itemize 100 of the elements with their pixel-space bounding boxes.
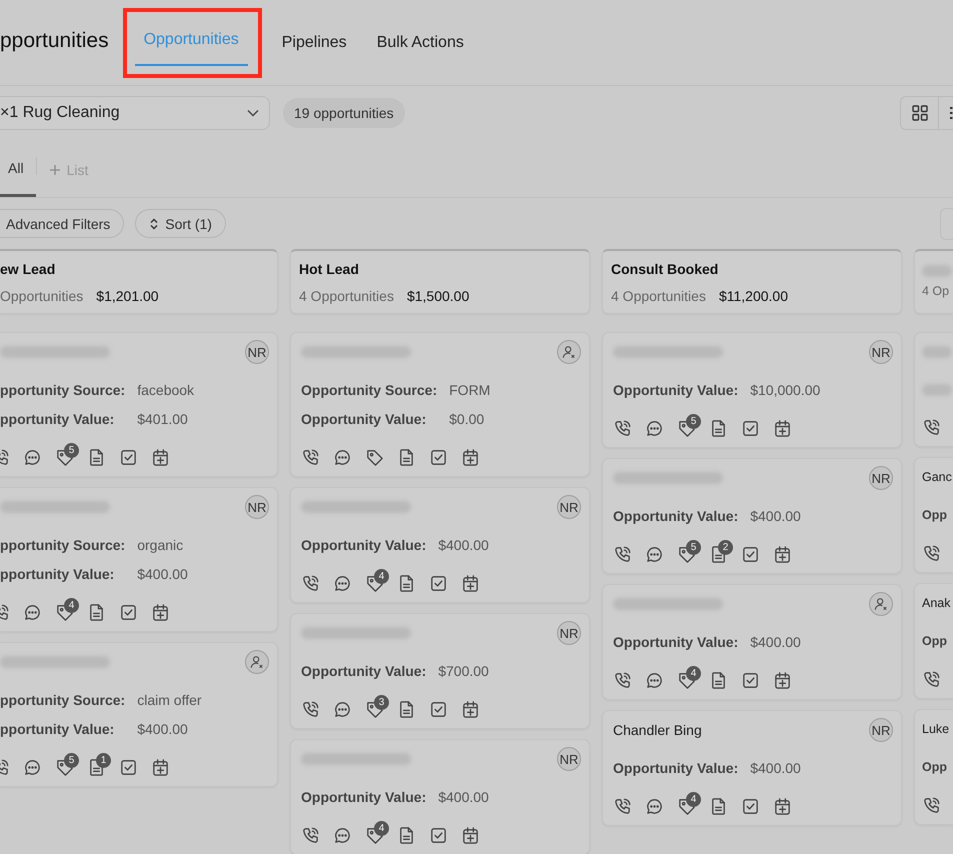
chat-icon[interactable] — [333, 826, 352, 844]
opportunity-card[interactable]: Chandler Bing NR Opportunity Value: $400.00 4 — [602, 710, 902, 826]
tag-icon[interactable] — [677, 796, 696, 816]
opportunity-card[interactable]: NR Opportunity Value: $400.00 4 — [290, 487, 590, 603]
opportunity-card[interactable]: NR Opportunity Value: $400.00 4 — [290, 739, 590, 854]
phone-icon[interactable] — [922, 544, 941, 562]
calendar-plus-icon[interactable] — [461, 826, 480, 844]
phone-icon[interactable] — [301, 826, 320, 844]
nav-tab[interactable]: Pipelines — [266, 16, 362, 68]
tag-icon[interactable] — [365, 700, 384, 718]
calendar-plus-icon[interactable] — [151, 758, 170, 776]
chat-icon[interactable] — [333, 700, 352, 718]
document-icon[interactable] — [709, 796, 728, 816]
unassigned-owner-button[interactable] — [245, 650, 269, 674]
owner-avatar[interactable]: NR — [869, 466, 893, 490]
chat-icon[interactable] — [645, 418, 664, 438]
phone-icon[interactable] — [613, 544, 632, 564]
opportunity-card[interactable]: NR pportunity Source: organic pportunity Value: $400.00 4 — [0, 487, 278, 632]
phone-icon[interactable] — [613, 670, 632, 690]
document-icon[interactable] — [397, 700, 416, 718]
unassigned-owner-button[interactable] — [557, 340, 581, 364]
checkbox-icon[interactable] — [741, 796, 760, 816]
chat-icon[interactable] — [645, 544, 664, 564]
chat-icon[interactable] — [333, 574, 352, 592]
phone-icon[interactable] — [613, 796, 632, 816]
tag-icon[interactable] — [55, 448, 74, 466]
contact-name[interactable]: Chandler Bing — [613, 722, 702, 738]
calendar-plus-icon[interactable] — [773, 796, 792, 816]
document-icon[interactable] — [709, 418, 728, 438]
owner-avatar[interactable]: NR — [869, 718, 893, 742]
chat-icon[interactable] — [333, 448, 352, 466]
contact-name[interactable]: Ganc — [922, 470, 952, 484]
tag-icon[interactable] — [365, 826, 384, 844]
phone-icon[interactable] — [922, 418, 941, 436]
chat-icon[interactable] — [23, 448, 42, 466]
phone-icon[interactable] — [613, 418, 632, 438]
unassigned-owner-button[interactable] — [869, 592, 893, 616]
document-icon[interactable] — [87, 758, 106, 776]
tag-icon[interactable] — [365, 448, 384, 466]
document-icon[interactable] — [87, 448, 106, 466]
document-icon[interactable] — [709, 544, 728, 564]
calendar-plus-icon[interactable] — [461, 448, 480, 466]
opportunity-card[interactable]: NR Opportunity Value: $700.00 3 — [290, 613, 590, 729]
nav-tab[interactable]: Bulk Actions — [362, 16, 479, 68]
checkbox-icon[interactable] — [741, 670, 760, 690]
owner-avatar[interactable]: NR — [245, 495, 269, 519]
contact-name[interactable]: Anak — [922, 596, 950, 610]
owner-avatar[interactable]: NR — [869, 340, 893, 364]
checkbox-icon[interactable] — [429, 700, 448, 718]
opportunity-card[interactable]: NR pportunity Source: facebook pportunity Value: $401.00 5 — [0, 332, 278, 477]
document-icon[interactable] — [397, 826, 416, 844]
tag-icon[interactable] — [365, 574, 384, 592]
chat-icon[interactable] — [23, 602, 42, 622]
tag-icon[interactable] — [55, 758, 74, 776]
tag-icon[interactable] — [677, 418, 696, 438]
checkbox-icon[interactable] — [119, 602, 138, 622]
opportunity-card[interactable]: Anak Opp — [914, 583, 953, 699]
chat-icon[interactable] — [23, 758, 42, 776]
opportunity-card[interactable]: Opportunity Source: FORM Opportunity Value: $0.00 — [290, 332, 590, 477]
owner-avatar[interactable]: NR — [557, 495, 581, 519]
owner-avatar[interactable]: NR — [557, 747, 581, 771]
calendar-plus-icon[interactable] — [461, 700, 480, 718]
checkbox-icon[interactable] — [429, 574, 448, 592]
pipeline-dropdown[interactable]: ×1 Rug Cleaning — [0, 96, 270, 130]
phone-icon[interactable] — [922, 670, 941, 688]
phone-icon[interactable] — [301, 700, 320, 718]
calendar-plus-icon[interactable] — [773, 544, 792, 564]
phone-icon[interactable] — [922, 796, 941, 814]
phone-icon[interactable] — [301, 574, 320, 592]
calendar-plus-icon[interactable] — [151, 448, 170, 466]
checkbox-icon[interactable] — [741, 418, 760, 438]
calendar-plus-icon[interactable] — [773, 670, 792, 690]
opportunity-card[interactable]: NR Opportunity Value: $400.00 5 2 — [602, 458, 902, 574]
owner-avatar[interactable]: NR — [245, 340, 269, 364]
checkbox-icon[interactable] — [429, 826, 448, 844]
contact-name[interactable]: Luke — [922, 722, 950, 736]
tag-icon[interactable] — [677, 670, 696, 690]
owner-avatar[interactable]: NR — [557, 621, 581, 645]
chat-icon[interactable] — [645, 670, 664, 690]
opportunity-card[interactable]: Luke Opp — [914, 709, 953, 825]
opportunity-card[interactable]: NR Opportunity Value: $10,000.00 5 — [602, 332, 902, 448]
tag-icon[interactable] — [55, 602, 74, 622]
checkbox-icon[interactable] — [429, 448, 448, 466]
checkbox-icon[interactable] — [119, 758, 138, 776]
checkbox-icon[interactable] — [119, 448, 138, 466]
chat-icon[interactable] — [645, 796, 664, 816]
calendar-plus-icon[interactable] — [773, 418, 792, 438]
opportunity-card[interactable]: pportunity Source: claim offer pportunity Value: $400.00 5 1 — [0, 642, 278, 787]
opportunity-card[interactable]: Ganc Opp — [914, 457, 953, 573]
opportunity-card[interactable]: Opportunity Value: $400.00 4 — [602, 584, 902, 700]
filter-button[interactable]: Sort (1) — [135, 209, 226, 238]
calendar-plus-icon[interactable] — [461, 574, 480, 592]
document-icon[interactable] — [87, 602, 106, 622]
tag-icon[interactable] — [677, 544, 696, 564]
document-icon[interactable] — [397, 574, 416, 592]
document-icon[interactable] — [709, 670, 728, 690]
filter-button[interactable]: Advanced Filters — [0, 209, 124, 238]
calendar-plus-icon[interactable] — [151, 602, 170, 622]
checkbox-icon[interactable] — [741, 544, 760, 564]
phone-icon[interactable] — [301, 448, 320, 466]
